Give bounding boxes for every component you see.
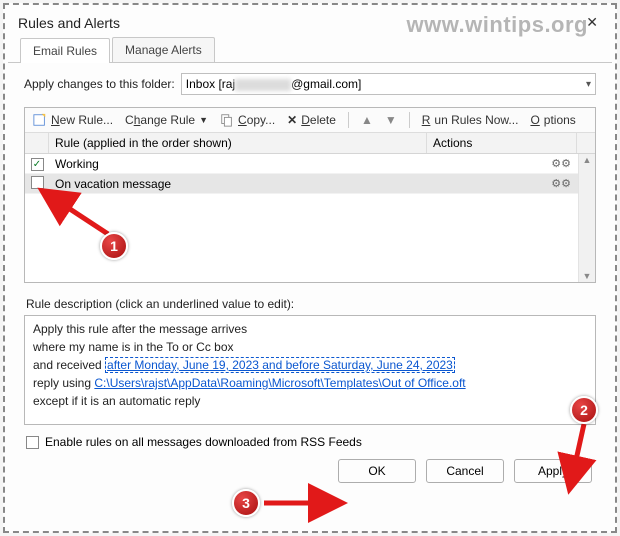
- template-path-link[interactable]: C:\Users\rajst\AppData\Roaming\Microsoft…: [94, 376, 465, 390]
- desc-line: reply using C:\Users\rajst\AppData\Roami…: [33, 374, 587, 392]
- date-range-link[interactable]: after Monday, June 19, 2023 and before S…: [105, 357, 455, 373]
- tab-email-rules[interactable]: Email Rules: [20, 38, 110, 63]
- copy-icon: [220, 113, 234, 127]
- delete-icon: ✕: [287, 113, 297, 127]
- rules-alerts-dialog: Rules and Alerts ✕ www.wintips.org Email…: [8, 8, 612, 528]
- close-icon[interactable]: ✕: [580, 14, 604, 31]
- col-rule-header[interactable]: Rule (applied in the order shown): [49, 133, 427, 153]
- description-box: Apply this rule after the message arrive…: [24, 315, 596, 425]
- rss-label: Enable rules on all messages downloaded …: [45, 435, 362, 449]
- move-down-button[interactable]: ▼: [385, 113, 397, 127]
- col-actions-header[interactable]: Actions: [427, 133, 577, 153]
- tabs: Email Rules Manage Alerts: [8, 33, 612, 63]
- rule-actions-icon: ⚙⚙: [427, 157, 577, 170]
- chevron-down-icon: ▼: [199, 115, 208, 125]
- scrollbar[interactable]: ▲ ▼: [578, 154, 595, 282]
- rule-name: Working: [49, 157, 427, 171]
- rss-checkbox[interactable]: [26, 436, 39, 449]
- folder-suffix: @gmail.com]: [291, 77, 361, 91]
- scroll-up-icon[interactable]: ▲: [579, 154, 595, 166]
- rule-actions-icon: ⚙⚙: [427, 177, 577, 190]
- new-rule-icon: [33, 113, 47, 127]
- cancel-button[interactable]: Cancel: [426, 459, 504, 483]
- desc-line: where my name is in the To or Cc box: [33, 338, 587, 356]
- desc-line: except if it is an automatic reply: [33, 392, 587, 410]
- folder-combo[interactable]: Inbox [rajxxxxxx@gmail.com] ▾: [181, 73, 596, 95]
- delete-button[interactable]: ✕ Delete: [287, 113, 336, 127]
- window-title: Rules and Alerts: [18, 15, 120, 31]
- tab-manage-alerts[interactable]: Manage Alerts: [112, 37, 215, 62]
- options-button[interactable]: Options: [530, 113, 575, 127]
- table-row[interactable]: ✓ Working ⚙⚙: [25, 154, 595, 174]
- copy-button[interactable]: Copy...: [220, 113, 275, 127]
- redacted-text: xxxxxx: [235, 79, 291, 91]
- move-up-button[interactable]: ▲: [361, 113, 373, 127]
- rule-checkbox[interactable]: ✓: [31, 158, 44, 171]
- rules-toolbar: NNew Rule...ew Rule... Change Rule▼ Copy…: [25, 108, 595, 133]
- chevron-down-icon[interactable]: ▾: [586, 79, 591, 90]
- folder-prefix: Inbox [raj: [186, 77, 235, 91]
- change-rule-button[interactable]: Change Rule▼: [125, 113, 208, 127]
- new-rule-button[interactable]: NNew Rule...ew Rule...: [33, 113, 113, 127]
- scroll-down-icon[interactable]: ▼: [579, 270, 595, 282]
- rules-listbox: NNew Rule...ew Rule... Change Rule▼ Copy…: [24, 107, 596, 283]
- grid-header: Rule (applied in the order shown) Action…: [25, 133, 595, 154]
- description-label: Rule description (click an underlined va…: [26, 297, 596, 311]
- table-row[interactable]: On vacation message ⚙⚙: [25, 174, 595, 194]
- rule-checkbox[interactable]: [31, 176, 44, 189]
- titlebar: Rules and Alerts ✕: [8, 8, 612, 33]
- folder-label: Apply changes to this folder:: [24, 77, 175, 91]
- desc-line: and received after Monday, June 19, 2023…: [33, 356, 587, 374]
- rule-name: On vacation message: [49, 177, 427, 191]
- desc-line: Apply this rule after the message arrive…: [33, 320, 587, 338]
- ok-button[interactable]: OK: [338, 459, 416, 483]
- run-rules-now-button[interactable]: Run Rules Now...: [422, 113, 519, 127]
- apply-button[interactable]: Apply: [514, 459, 592, 483]
